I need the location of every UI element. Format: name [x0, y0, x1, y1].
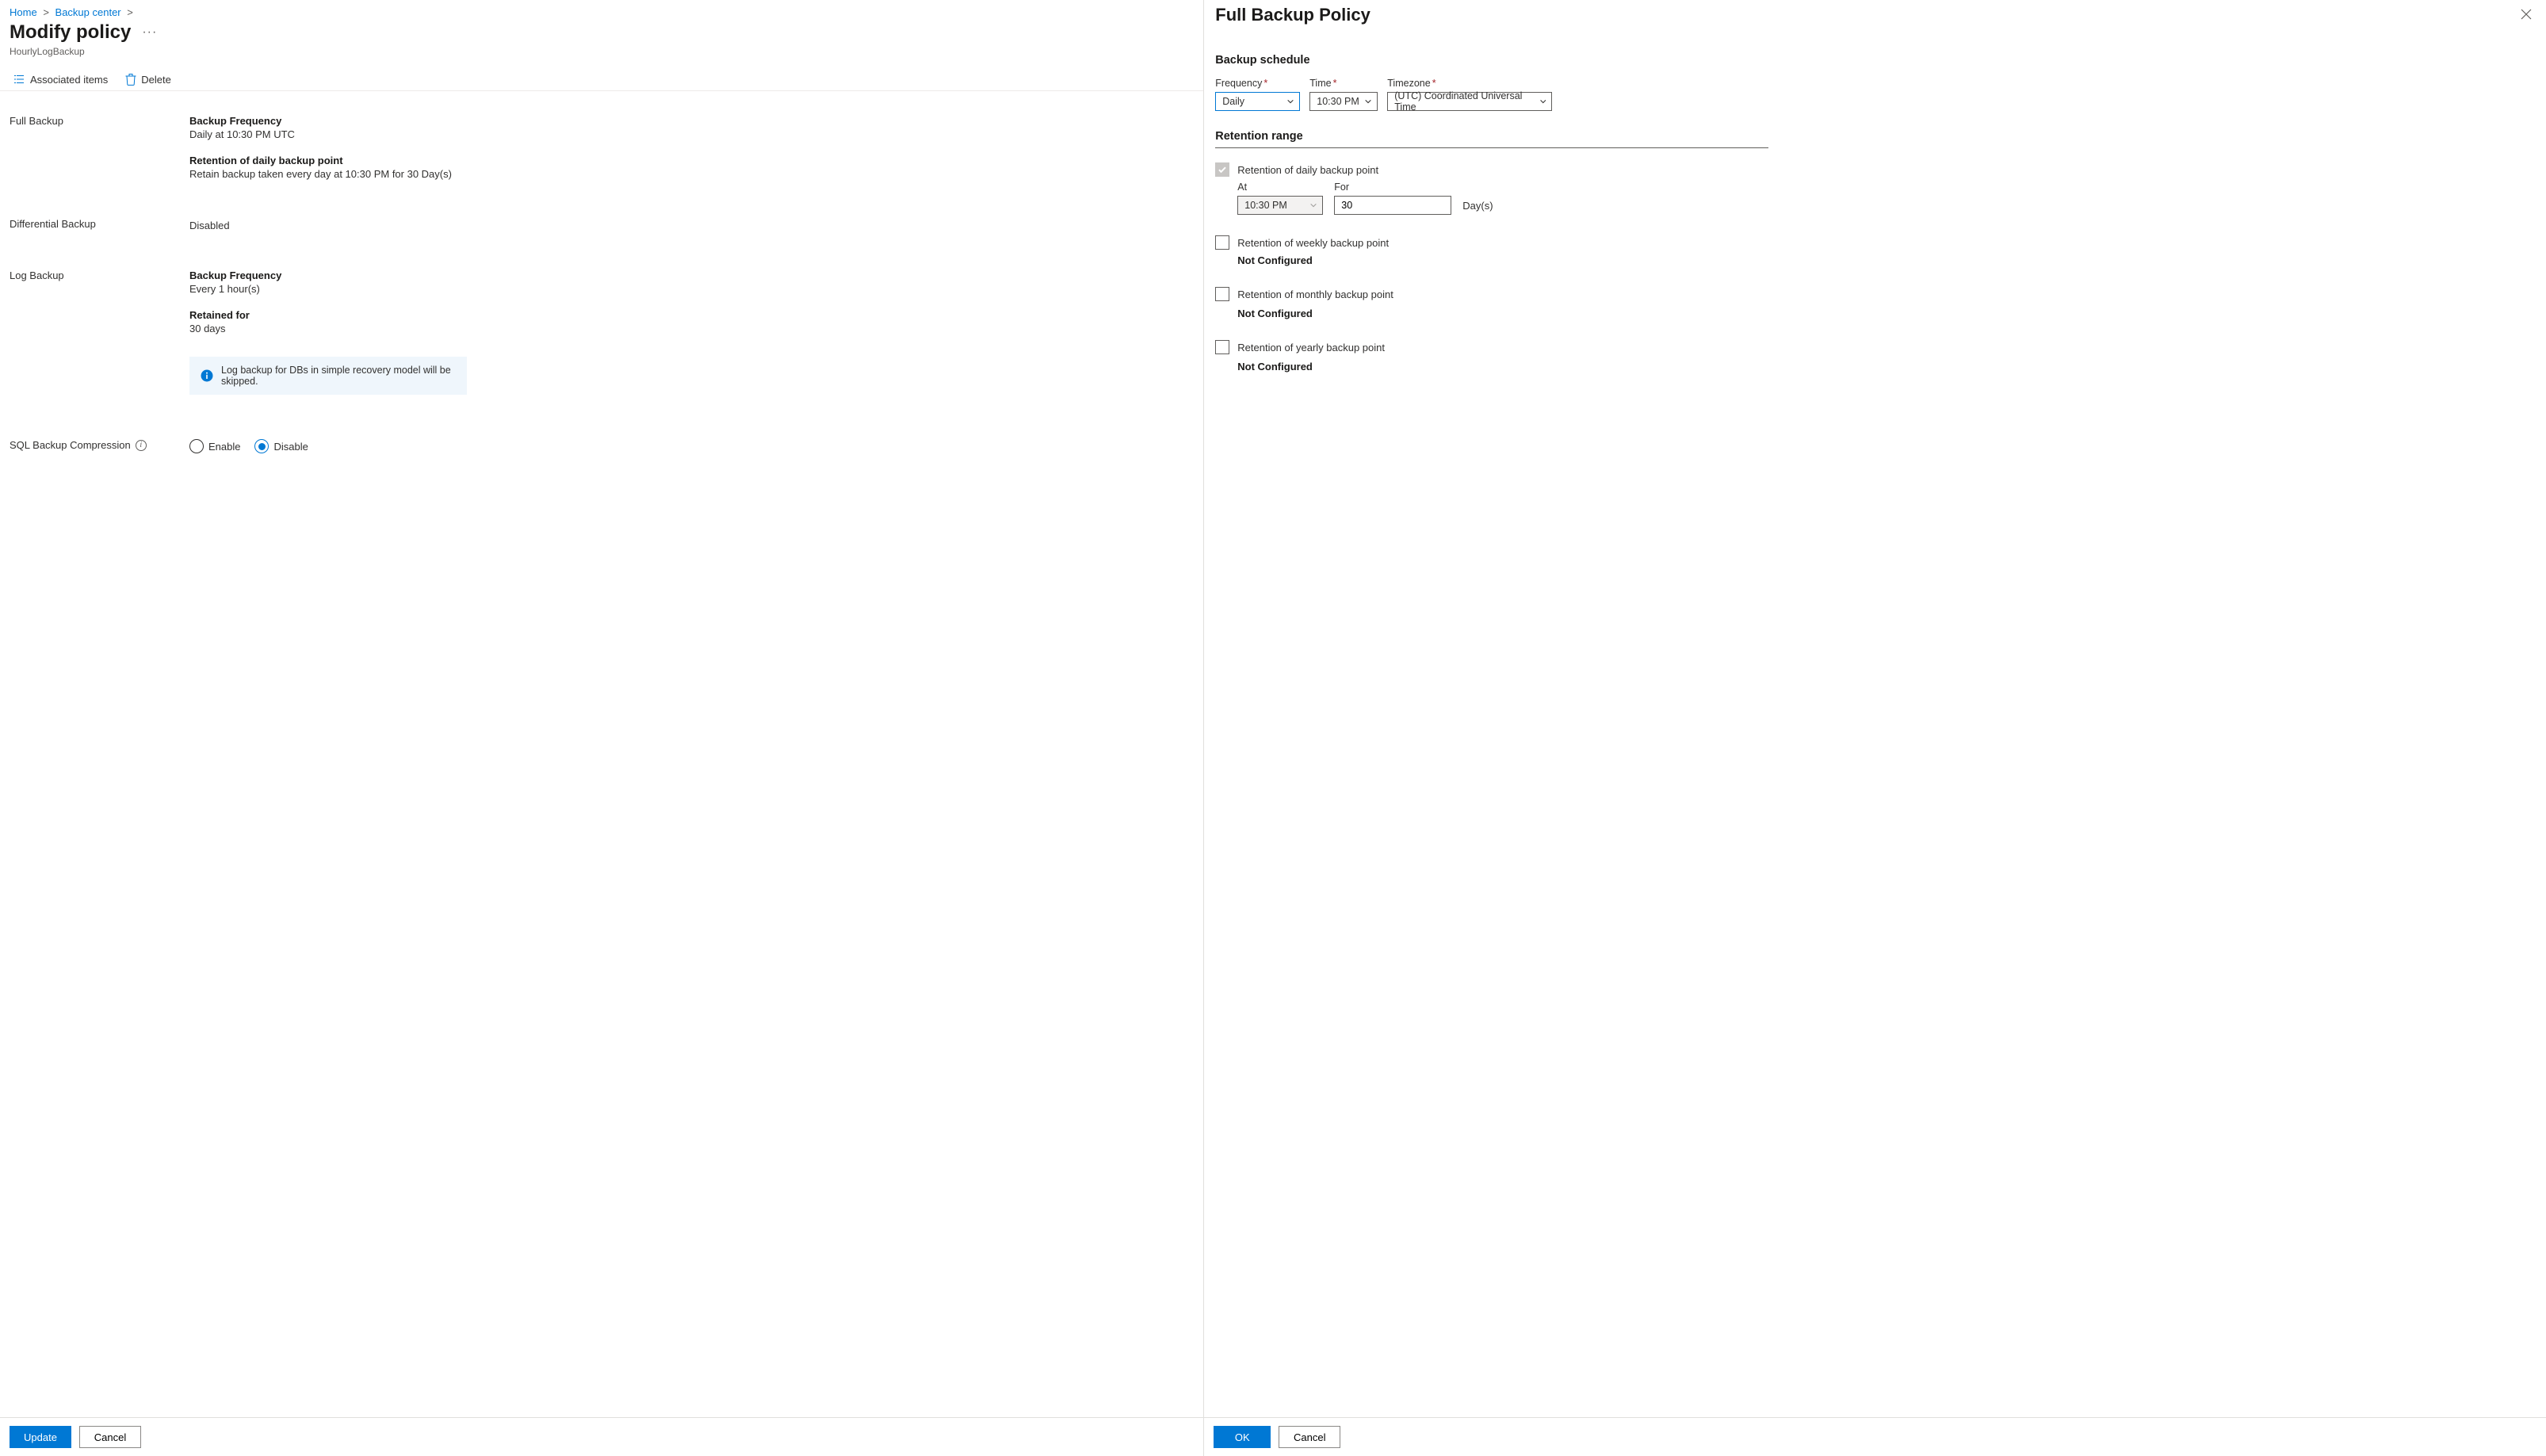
log-backup-retained-value: 30 days [189, 323, 1194, 334]
radio-checked-icon [254, 439, 269, 453]
chevron-down-icon [1539, 97, 1547, 105]
breadcrumb-home[interactable]: Home [10, 6, 37, 18]
full-backup-frequency-heading: Backup Frequency [189, 115, 1194, 127]
frequency-label: Frequency* [1215, 78, 1300, 89]
compression-radio-group: Enable Disable [189, 439, 1194, 453]
log-backup-label: Log Backup [10, 269, 189, 281]
modify-policy-panel: Home > Backup center > Modify policy ···… [0, 0, 1204, 1456]
associated-items-button[interactable]: Associated items [13, 73, 108, 86]
timezone-label: Timezone* [1387, 78, 1552, 89]
chevron-down-icon [1364, 97, 1372, 105]
daily-at-value: 10:30 PM [1244, 200, 1287, 211]
yearly-retention-status: Not Configured [1237, 361, 2535, 373]
yearly-retention-block: Retention of yearly backup point Not Con… [1215, 340, 2535, 373]
full-backup-label: Full Backup [10, 115, 189, 127]
breadcrumb-sep-1: > [40, 6, 52, 18]
blade-title: Full Backup Policy [1215, 5, 1370, 25]
log-backup-info-banner: Log backup for DBs in simple recovery mo… [189, 357, 467, 395]
log-backup-frequency-value: Every 1 hour(s) [189, 283, 1194, 295]
delete-button[interactable]: Delete [125, 73, 171, 86]
command-bar: Associated items Delete [0, 68, 1203, 91]
radio-icon [189, 439, 204, 453]
update-button[interactable]: Update [10, 1426, 71, 1448]
log-backup-info-text: Log backup for DBs in simple recovery mo… [221, 365, 456, 387]
full-backup-policy-blade: Full Backup Policy Backup schedule Frequ… [1204, 0, 2546, 1456]
weekly-retention-checkbox[interactable] [1215, 235, 1229, 250]
associated-items-label: Associated items [30, 74, 108, 86]
right-footer: OK Cancel [1204, 1417, 2546, 1456]
compression-disable-label: Disable [273, 441, 308, 453]
more-icon[interactable]: ··· [142, 25, 157, 40]
compression-enable-label: Enable [208, 441, 240, 453]
sql-compression-label: SQL Backup Compression i [10, 439, 189, 451]
info-small-icon[interactable]: i [136, 440, 147, 451]
list-icon [13, 73, 25, 86]
monthly-retention-block: Retention of monthly backup point Not Co… [1215, 287, 2535, 319]
daily-at-select: 10:30 PM [1237, 196, 1323, 215]
frequency-select[interactable]: Daily [1215, 92, 1300, 111]
monthly-retention-status: Not Configured [1237, 308, 2535, 319]
page-title: Modify policy [10, 20, 131, 44]
cancel-button-right[interactable]: Cancel [1279, 1426, 1340, 1448]
full-backup-frequency-value: Daily at 10:30 PM UTC [189, 128, 1194, 140]
daily-retention-block: Retention of daily backup point At 10:30… [1215, 162, 2535, 215]
compression-enable-radio[interactable]: Enable [189, 439, 240, 453]
breadcrumb-sep-2: > [124, 6, 136, 18]
breadcrumb: Home > Backup center > [0, 0, 1203, 20]
delete-label: Delete [141, 74, 171, 86]
weekly-retention-status: Not Configured [1237, 254, 2535, 266]
trash-icon [125, 73, 136, 86]
time-value: 10:30 PM [1317, 96, 1359, 107]
time-label: Time* [1309, 78, 1378, 89]
ok-button[interactable]: OK [1214, 1426, 1271, 1448]
daily-for-label: For [1334, 182, 1451, 193]
schedule-form-row: Frequency* Daily Time* 10:30 PM [1215, 78, 2535, 111]
daily-at-label: At [1237, 182, 1323, 193]
compression-disable-radio[interactable]: Disable [254, 439, 308, 453]
cancel-button-left[interactable]: Cancel [79, 1426, 141, 1448]
info-icon [201, 369, 213, 382]
timezone-value: (UTC) Coordinated Universal Time [1394, 90, 1539, 113]
monthly-retention-label: Retention of monthly backup point [1237, 289, 1393, 300]
differential-backup-value: Disabled [189, 220, 1194, 231]
log-backup-frequency-heading: Backup Frequency [189, 269, 1194, 281]
daily-retention-label: Retention of daily backup point [1237, 164, 1378, 176]
timezone-select[interactable]: (UTC) Coordinated Universal Time [1387, 92, 1552, 111]
frequency-value: Daily [1222, 96, 1244, 107]
close-icon[interactable] [2517, 6, 2535, 24]
backup-schedule-heading: Backup schedule [1215, 54, 2535, 67]
yearly-retention-label: Retention of yearly backup point [1237, 342, 1385, 353]
monthly-retention-checkbox[interactable] [1215, 287, 1229, 301]
breadcrumb-backup-center[interactable]: Backup center [55, 6, 121, 18]
log-backup-retained-heading: Retained for [189, 309, 1194, 321]
yearly-retention-checkbox[interactable] [1215, 340, 1229, 354]
summary-section: Full Backup Backup Frequency Daily at 10… [0, 91, 1203, 1417]
differential-backup-label: Differential Backup [10, 218, 189, 230]
daily-for-input[interactable] [1334, 196, 1451, 215]
time-select[interactable]: 10:30 PM [1309, 92, 1378, 111]
left-footer: Update Cancel [0, 1417, 1203, 1456]
weekly-retention-label: Retention of weekly backup point [1237, 237, 1389, 249]
page-subtitle: HourlyLogBackup [0, 44, 1203, 63]
chevron-down-icon [1286, 97, 1294, 105]
full-backup-retention-heading: Retention of daily backup point [189, 155, 1194, 166]
full-backup-retention-value: Retain backup taken every day at 10:30 P… [189, 168, 1194, 180]
retention-range-heading: Retention range [1215, 130, 1768, 148]
chevron-down-icon [1309, 201, 1317, 209]
weekly-retention-block: Retention of weekly backup point Not Con… [1215, 235, 2535, 266]
daily-retention-checkbox[interactable] [1215, 162, 1229, 177]
daily-unit-label: Day(s) [1462, 200, 1493, 215]
